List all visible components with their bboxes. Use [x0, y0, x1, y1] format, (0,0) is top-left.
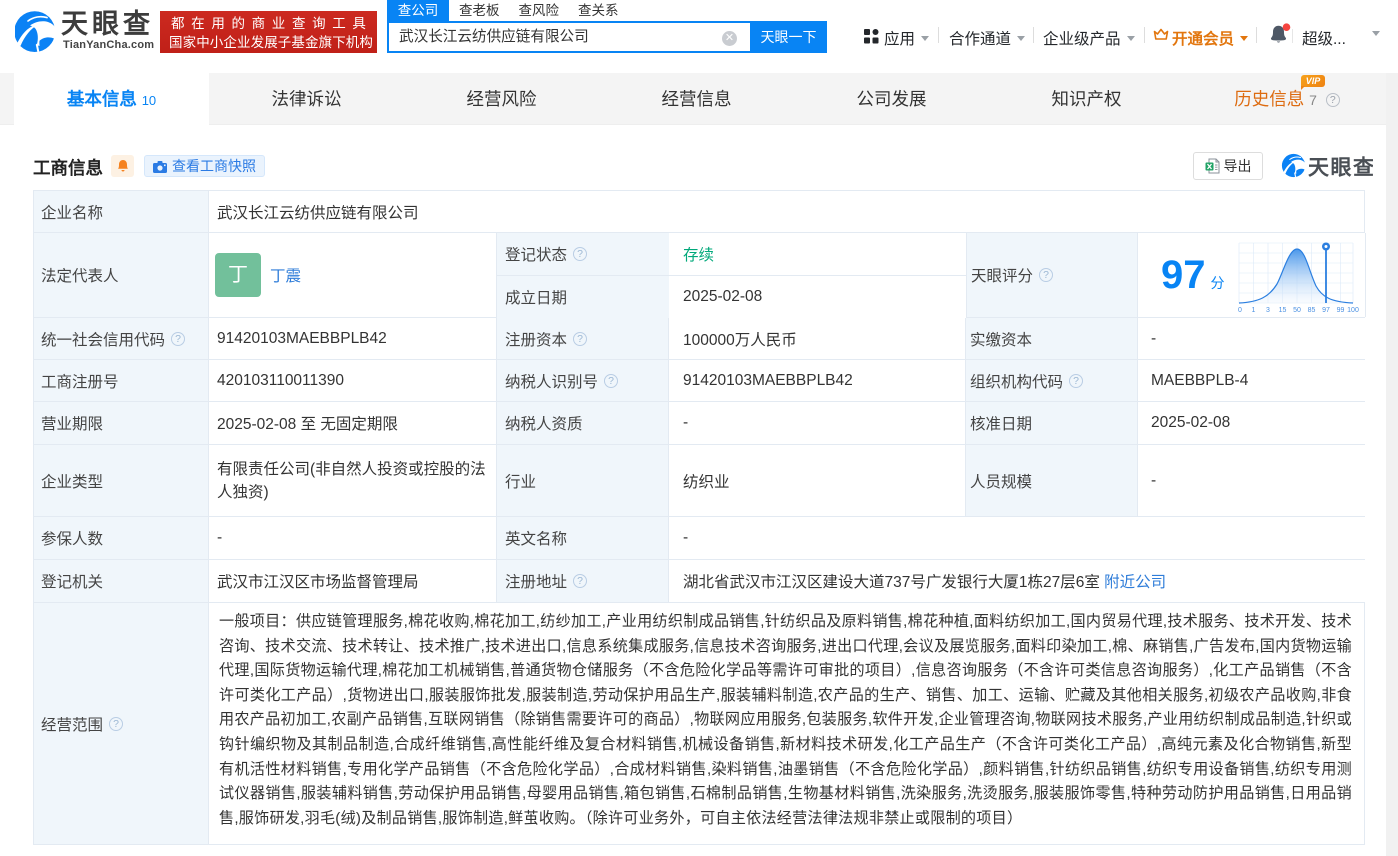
svg-text:1: 1 [1252, 307, 1256, 314]
svg-text:3: 3 [1266, 307, 1270, 314]
svg-text:50: 50 [1293, 307, 1301, 314]
svg-text:85: 85 [1308, 307, 1316, 314]
svg-text:0: 0 [1238, 307, 1242, 314]
svg-text:97: 97 [1322, 307, 1330, 314]
svg-text:天眼查: 天眼查 [1308, 156, 1373, 179]
svg-text:15: 15 [1279, 307, 1287, 314]
svg-text:100: 100 [1347, 307, 1359, 314]
svg-text:99: 99 [1337, 307, 1345, 314]
